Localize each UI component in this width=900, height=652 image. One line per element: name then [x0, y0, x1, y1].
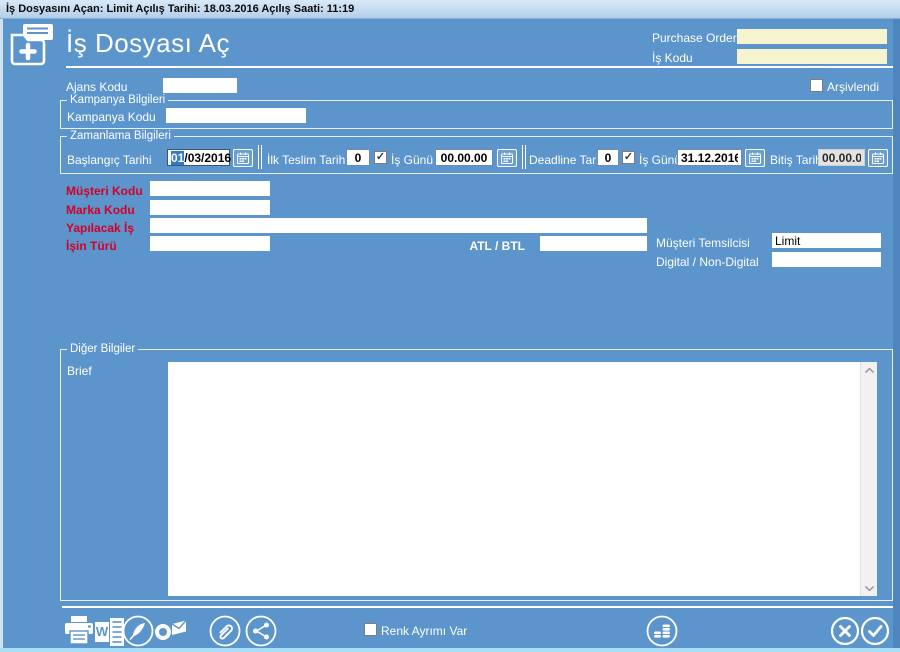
- bitis-calendar-button[interactable]: [868, 149, 888, 167]
- titlebar-text: İş Dosyasını Açan: Limit Açılış Tarihi: …: [6, 3, 354, 15]
- bitis-tarihi-label: Bitiş Tarihi: [770, 153, 824, 167]
- deadline-is-gunu-checkbox[interactable]: ✓: [622, 151, 635, 164]
- isin-turu-label: İşin Türü: [66, 239, 117, 253]
- ilk-teslim-calendar-button[interactable]: [497, 149, 517, 167]
- window-border-right: [893, 19, 900, 652]
- attach-button[interactable]: [209, 615, 241, 652]
- confirm-button[interactable]: [860, 616, 890, 651]
- brief-label: Brief: [67, 364, 92, 378]
- is-gunu-label-2: İş Günü: [639, 153, 681, 167]
- musteri-kodu-input[interactable]: [150, 181, 270, 196]
- quill-pen-icon: [122, 615, 154, 647]
- deadline-gun-input[interactable]: [597, 149, 619, 166]
- kampanya-kodu-label: Kampanya Kodu: [67, 110, 156, 124]
- budget-button[interactable]: [646, 615, 678, 652]
- ajans-kodu-input[interactable]: [163, 78, 237, 93]
- chevron-down-icon: [865, 586, 874, 591]
- kampanya-group-title: Kampanya Bilgileri: [67, 94, 168, 107]
- renk-ayrimi-checkbox[interactable]: [364, 623, 377, 636]
- calendar-icon: [237, 152, 249, 164]
- send-outlook-button[interactable]: o: [155, 618, 187, 646]
- diger-bilgiler-group: Diğer Bilgiler Brief: [60, 349, 893, 601]
- chevron-up-icon: [865, 368, 874, 373]
- deadline-tarih-input[interactable]: [677, 149, 742, 166]
- diger-group-title: Diğer Bilgiler: [67, 343, 138, 356]
- yapilacak-is-label: Yapılacak İş: [66, 221, 134, 235]
- share-button[interactable]: [245, 615, 277, 652]
- kampanya-group: Kampanya Bilgileri Kampanya Kodu: [60, 100, 893, 129]
- ajans-kodu-label: Ajans Kodu: [66, 80, 127, 94]
- ilk-teslim-gun-input[interactable]: [346, 149, 370, 166]
- digital-non-digital-input[interactable]: [772, 252, 881, 267]
- renk-ayrimi-label: Renk Ayrımı Var: [381, 624, 467, 638]
- deadline-calendar-button[interactable]: [745, 149, 765, 167]
- print-button[interactable]: [64, 616, 94, 650]
- bitis-saat-input[interactable]: [818, 149, 865, 166]
- folder-plus-icon: [8, 24, 62, 68]
- atl-btl-input[interactable]: [540, 236, 647, 251]
- arsivlendi-checkbox[interactable]: [810, 79, 823, 92]
- zamanlama-separator-2: [522, 145, 526, 169]
- zamanlama-group: Zamanlama Bilgileri Başlangıç Tarihi 01/…: [60, 136, 893, 174]
- calendar-icon: [749, 152, 761, 164]
- is-kodu-input[interactable]: [737, 49, 887, 64]
- purchase-order-input[interactable]: [737, 29, 887, 44]
- page-title: İş Dosyası Aç: [66, 28, 230, 59]
- digital-non-digital-label: Digital / Non-Digital: [656, 255, 759, 269]
- ilk-teslim-saat-input[interactable]: [435, 149, 493, 166]
- zamanlama-group-title: Zamanlama Bilgileri: [67, 130, 174, 143]
- ilk-teslim-is-gunu-checkbox[interactable]: ✓: [374, 151, 387, 164]
- kampanya-kodu-input[interactable]: [166, 108, 306, 123]
- musteri-temsilcisi-label: Müşteri Temsilcisi: [656, 236, 750, 250]
- confirm-icon: [860, 616, 890, 646]
- checkmark: ✓: [376, 151, 385, 163]
- toolbar-separator: [62, 606, 893, 608]
- window-border-left: [0, 19, 3, 652]
- musteri-temsilcisi-input[interactable]: [772, 233, 881, 248]
- job-file-window: İş Dosyasını Açan: Limit Açılış Tarihi: …: [0, 0, 900, 652]
- baslangic-tarihi-input[interactable]: 01/03/2016: [167, 149, 230, 166]
- brief-scrollbar[interactable]: [860, 362, 877, 596]
- purchase-order-label: Purchase Order: [652, 31, 737, 45]
- isin-turu-input[interactable]: [150, 236, 270, 251]
- date-selected-segment: 01: [171, 151, 184, 165]
- titlebar[interactable]: İş Dosyasını Açan: Limit Açılış Tarihi: …: [0, 0, 900, 19]
- window-border-bottom: [0, 648, 900, 652]
- coins-icon: [646, 615, 678, 647]
- cancel-icon: [830, 616, 860, 646]
- header-underline: [66, 66, 893, 68]
- marka-kodu-label: Marka Kodu: [66, 203, 135, 217]
- is-gunu-label-1: İş Günü: [391, 153, 433, 167]
- arsivlendi-label: Arşivlendi: [827, 80, 879, 94]
- is-kodu-label: İş Kodu: [652, 51, 693, 65]
- ilk-teslim-tarihi-label: İlk Teslim Tarihi: [267, 153, 348, 167]
- yapilacak-is-input[interactable]: [150, 218, 647, 233]
- share-icon: [245, 615, 277, 647]
- date-rest-segment: /03/2016: [184, 151, 231, 165]
- atl-btl-label: ATL / BTL: [440, 239, 525, 253]
- baslangic-tarihi-label: Başlangıç Tarihi: [67, 153, 152, 167]
- marka-kodu-input[interactable]: [150, 200, 270, 215]
- calendar-icon: [501, 152, 513, 164]
- scroll-down-button[interactable]: [861, 580, 877, 596]
- printer-icon: [64, 616, 94, 645]
- musteri-kodu-label: Müşteri Kodu: [66, 184, 143, 198]
- zamanlama-separator-1: [258, 145, 262, 169]
- paperclip-icon: [209, 615, 241, 647]
- sign-button[interactable]: [122, 615, 154, 652]
- calendar-icon: [872, 152, 884, 164]
- checkmark: ✓: [624, 151, 633, 163]
- brief-textarea[interactable]: [168, 362, 877, 596]
- baslangic-calendar-button[interactable]: [233, 149, 253, 167]
- cancel-button[interactable]: [830, 616, 860, 651]
- scroll-up-button[interactable]: [861, 362, 877, 378]
